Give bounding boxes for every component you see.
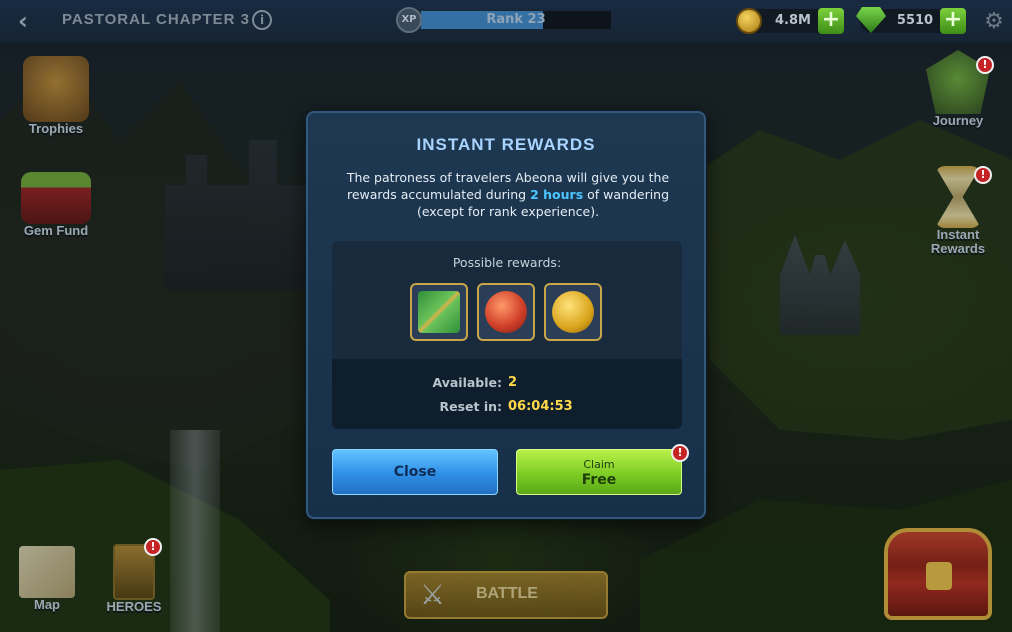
top-bar: ‹ PASTORAL CHAPTER 3 i XP Rank 23 4.8M +… xyxy=(0,0,1012,42)
journey-button[interactable]: Journey ! xyxy=(918,50,998,128)
gold-counter: 4.8M + xyxy=(736,8,844,34)
heroes-label: HEROES xyxy=(106,599,162,614)
available-label: Available: xyxy=(432,375,502,390)
add-gold-button[interactable]: + xyxy=(818,8,844,34)
available-value: 2 xyxy=(508,375,518,390)
possible-rewards-title: Possible rewards: xyxy=(452,255,562,270)
map-scroll-icon xyxy=(19,546,75,598)
rewards-stats: Available: 2 Reset in: 06:04:53 xyxy=(332,359,682,429)
gift-box-icon xyxy=(21,172,91,224)
gold-value: 4.8M xyxy=(775,13,811,28)
trophy-helmet-icon xyxy=(23,56,89,122)
reward-slot[interactable] xyxy=(410,283,468,341)
gold-coin-icon xyxy=(736,8,762,34)
rank-progress-bar: Rank 23 xyxy=(420,10,612,30)
gem-counter: 5510 + xyxy=(856,7,966,34)
reset-timer: 06:04:53 xyxy=(508,399,573,414)
chest-lock-icon xyxy=(926,562,952,590)
dialog-description: The patroness of travelers Abeona will g… xyxy=(328,169,688,220)
gem-icon xyxy=(856,7,886,33)
rewards-panel: Possible rewards: Available: 2 Reset in:… xyxy=(332,241,682,429)
red-orb-icon xyxy=(485,291,527,333)
gem-fund-label: Gem Fund xyxy=(23,223,89,238)
instant-rewards-alert-badge: ! xyxy=(974,166,992,184)
claim-free-button[interactable]: Claim Free ! xyxy=(516,444,689,495)
instant-rewards-dialog: INSTANT REWARDS The patroness of travele… xyxy=(306,111,706,519)
reward-slot[interactable] xyxy=(477,283,535,341)
desc-highlight-hours: 2 hours xyxy=(530,187,584,202)
journey-alert-badge: ! xyxy=(976,56,994,74)
instant-rewards-label-line1: Instant xyxy=(936,227,980,242)
trophies-label: Trophies xyxy=(28,121,84,136)
battle-label: BATTLE xyxy=(476,585,538,602)
info-icon[interactable]: i xyxy=(252,10,272,30)
battle-button[interactable]: ⚔ BATTLE xyxy=(404,571,608,619)
claim-label: Claim xyxy=(583,458,615,471)
dialog-title: INSTANT REWARDS xyxy=(416,135,596,154)
close-button[interactable]: Close xyxy=(332,449,498,495)
reward-slot[interactable] xyxy=(544,283,602,341)
instant-rewards-button[interactable]: Instant Rewards ! xyxy=(918,166,998,256)
journey-label: Journey xyxy=(932,113,984,128)
claim-cost-label: Free xyxy=(581,472,617,488)
instant-rewards-label-line2: Rewards xyxy=(930,241,986,256)
heroes-button[interactable]: HEROES ! xyxy=(98,538,170,614)
map-label: Map xyxy=(34,597,60,612)
chapter-title: PASTORAL CHAPTER 3 xyxy=(62,11,251,28)
trophies-button[interactable]: Trophies xyxy=(14,56,98,136)
scroll-icon xyxy=(418,291,460,333)
back-arrow-icon[interactable]: ‹ xyxy=(8,8,38,34)
reset-label: Reset in: xyxy=(439,399,502,414)
heroes-alert-badge: ! xyxy=(144,538,162,556)
map-button[interactable]: Map xyxy=(12,546,82,612)
crossed-swords-icon: ⚔ xyxy=(420,578,446,611)
gear-icon[interactable]: ⚙ xyxy=(982,10,1006,34)
rank-label: Rank 23 xyxy=(486,12,546,27)
gem-fund-button[interactable]: Gem Fund xyxy=(14,172,98,238)
treasure-chest-icon[interactable] xyxy=(884,528,992,620)
xp-icon: XP xyxy=(396,7,422,33)
claim-alert-badge: ! xyxy=(671,444,689,462)
gold-coin-icon xyxy=(552,291,594,333)
add-gems-button[interactable]: + xyxy=(940,8,966,34)
gems-value: 5510 xyxy=(896,13,934,28)
